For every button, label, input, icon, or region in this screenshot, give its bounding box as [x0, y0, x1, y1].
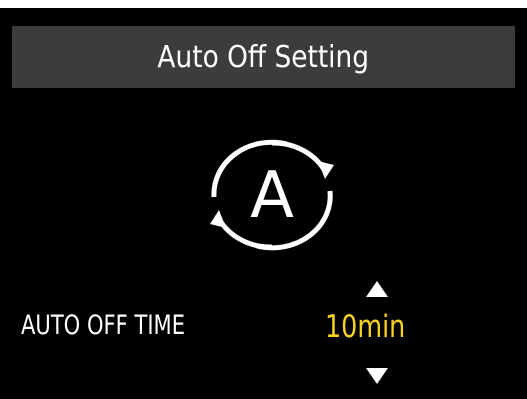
auto-letter: A — [250, 159, 294, 233]
auto-off-time-stepper[interactable]: 10min — [322, 276, 442, 388]
top-edge — [0, 0, 527, 8]
device-screen: Auto Off Setting A AUTO OFF TIME 10min — [0, 0, 527, 399]
auto-cycle-icon: A — [197, 137, 347, 255]
triangle-up-icon[interactable] — [364, 279, 390, 299]
auto-cycle-icon-graphic: A — [210, 139, 334, 251]
auto-off-time-value[interactable]: 10min — [325, 309, 405, 345]
triangle-down-icon[interactable] — [364, 366, 390, 386]
auto-off-time-label: AUTO OFF TIME — [21, 310, 186, 341]
title-bar: Auto Off Setting — [12, 26, 515, 88]
page-title: Auto Off Setting — [157, 39, 370, 75]
